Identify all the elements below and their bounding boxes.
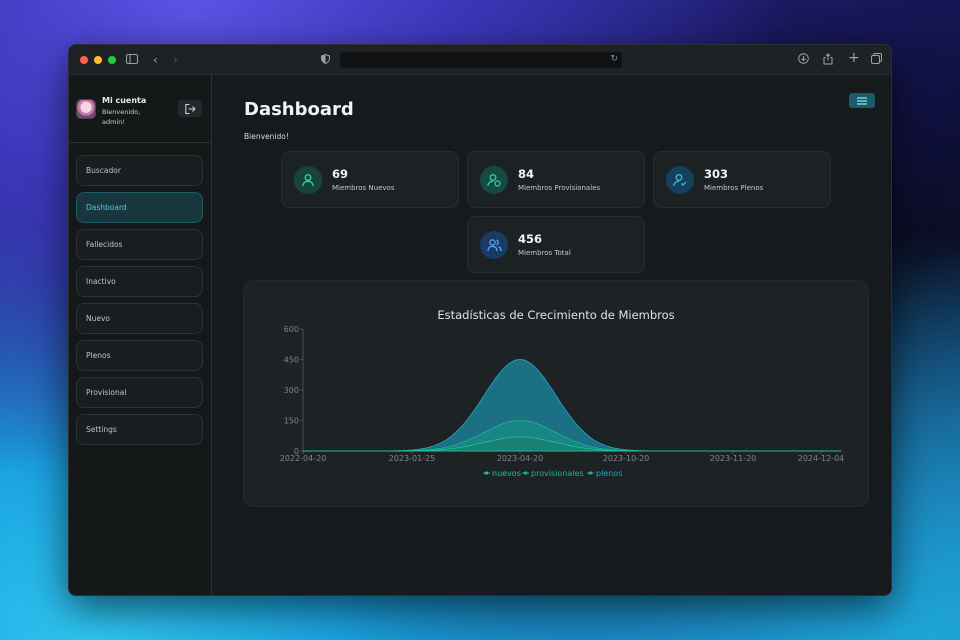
stat-value: 69 [332,167,349,181]
legend-label-plenos: plenos [596,469,622,478]
account-title: Mi cuenta [102,96,147,105]
sidebar-item-inactivo[interactable]: Inactivo [76,266,203,297]
y-tick-label: 600 [284,325,299,334]
stat-card-total: 456 Miembros Total [467,216,645,273]
app-container: Mi cuenta Bienvenido, admin! Buscador Da… [69,75,891,595]
legend-dot [588,471,593,475]
stat-label: Miembros Total [518,249,571,257]
browser-window: ‹ › ↻ + Mi cuenta Bienvenido, admin! Bus… [68,44,892,596]
sidebar-item-dashboard[interactable]: Dashboard [76,192,203,223]
x-tick-label: 2022-04-20 [280,454,327,463]
x-tick-label: 2023-04-20 [497,454,544,463]
sidebar-toggle-icon[interactable] [126,53,138,67]
x-tick-label: 2023-01-25 [389,454,436,463]
legend-dot [523,471,528,475]
legend-label-nuevos: nuevos [492,469,521,478]
x-tick-label: 2023-11-20 [710,454,757,463]
chart-panel: Estadísticas de Crecimiento de Miembros … [243,280,869,507]
stat-card-plenos: 303 Miembros Plenos [653,151,831,208]
sidebar-item-fallecidos[interactable]: Fallecidos [76,229,203,260]
minimize-window-button[interactable] [94,55,102,64]
main-content: Dashboard Bienvenido! 69 Miembros Nuevos [212,75,891,595]
legend-label-provisionales: provisionales [531,469,584,478]
sidebar-divider [69,142,211,143]
stat-value: 456 [518,232,543,246]
address-bar[interactable]: ↻ [340,52,622,68]
menu-button[interactable] [849,93,875,108]
sidebar-item-provisional[interactable]: Provisional [76,377,203,408]
x-tick-label: 2023-10-20 [603,454,650,463]
stat-label: Miembros Nuevos [332,184,395,192]
logout-button[interactable] [178,100,202,117]
stat-label: Miembros Plenos [704,184,764,192]
browser-toolbar: ‹ › ↻ + [69,45,891,75]
stat-value: 303 [704,167,729,181]
stat-value: 84 [518,167,535,181]
back-icon[interactable]: ‹ [153,53,158,67]
stat-label: Miembros Provisionales [518,184,601,192]
share-icon[interactable] [823,53,833,68]
x-tick-label: 2024-12-04 [798,454,845,463]
tabs-overview-icon[interactable] [871,53,882,67]
close-window-button[interactable] [80,55,88,64]
sidebar-item-buscador[interactable]: Buscador [76,155,203,186]
stat-card-nuevos: 69 Miembros Nuevos [281,151,459,208]
maximize-window-button[interactable] [108,55,116,64]
stat-card-provisionales: 84 Miembros Provisionales [467,151,645,208]
sidebar: Mi cuenta Bienvenido, admin! Buscador Da… [69,75,212,595]
sidebar-item-plenos[interactable]: Plenos [76,340,203,371]
area-series-plenos [303,359,842,452]
hamburger-icon [857,96,867,105]
forward-icon[interactable]: › [173,53,178,67]
sidebar-item-settings[interactable]: Settings [76,414,203,445]
sidebar-nav: Buscador Dashboard Fallecidos Inactivo N… [76,155,203,445]
reload-icon[interactable]: ↻ [610,54,618,64]
sidebar-item-nuevo[interactable]: Nuevo [76,303,203,334]
welcome-text: Bienvenido! [244,132,289,141]
user-check-icon [666,165,694,194]
users-icon [480,230,508,259]
avatar[interactable] [76,99,96,119]
account-subtitle: Bienvenido, admin! [102,108,141,126]
new-tab-icon[interactable]: + [848,51,860,65]
growth-chart: 01503004506002022-04-20 2023-01-25 2023-04… [280,325,845,478]
y-tick-label: 450 [284,356,299,365]
shield-icon [321,53,330,67]
legend-dot [484,471,489,475]
user-clock-icon [480,165,508,194]
logout-icon [184,103,196,114]
page-title: Dashboard [244,99,354,120]
user-icon [294,165,322,194]
window-controls [80,55,116,64]
y-tick-label: 150 [284,417,299,426]
y-tick-label: 300 [284,386,299,395]
download-icon[interactable] [798,53,809,67]
